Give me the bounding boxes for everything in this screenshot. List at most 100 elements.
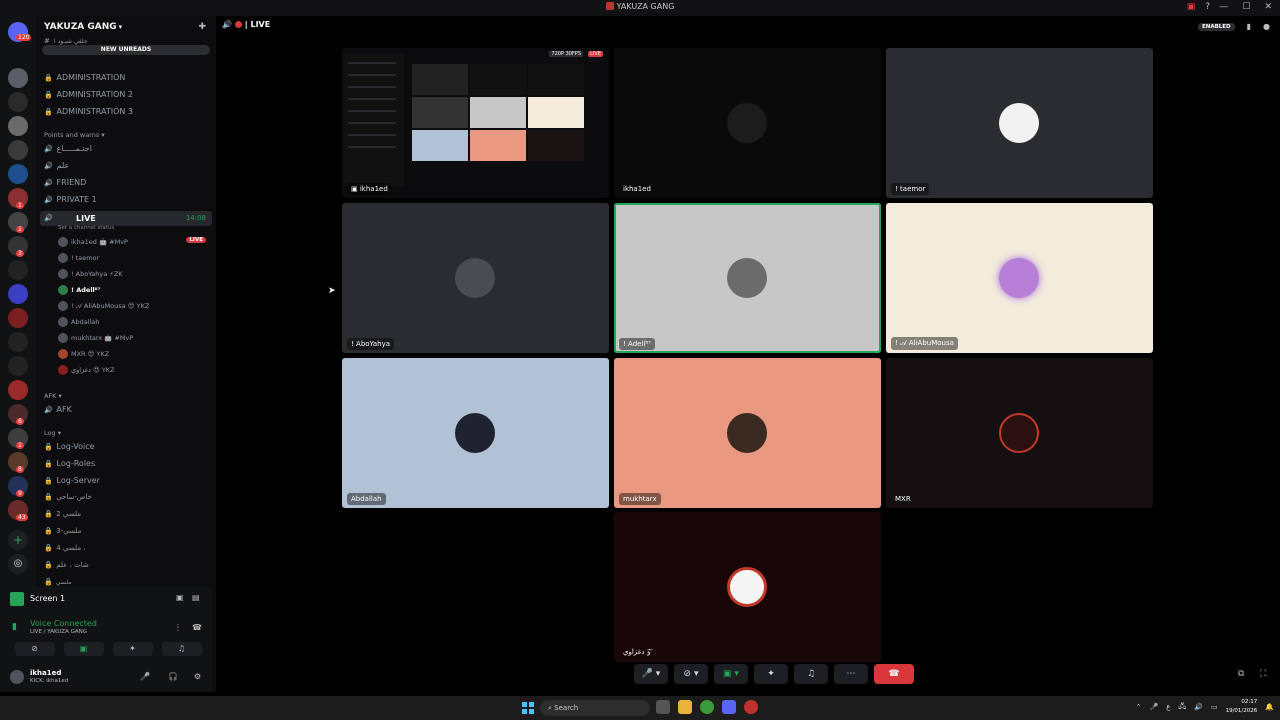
minimize-button[interactable]: — [1219,2,1228,12]
stop-stream-icon[interactable]: ▤ [192,593,200,602]
voice-user[interactable]: MXR 😍 YKZ [58,347,109,361]
voice-user[interactable]: mukhtarx 🤖 #MvP [58,331,133,345]
start-button[interactable] [522,702,534,714]
soundboard-icon[interactable]: ♫ [161,642,202,656]
current-user[interactable]: ikha1ed KICK: ikha1ed 🎤 🎧 ⚙ [10,666,206,688]
server-icon[interactable] [8,92,28,112]
server-icon[interactable] [8,308,28,328]
server-icon[interactable] [8,164,28,184]
server-icon[interactable] [8,380,28,400]
stream-tile[interactable]: 720P 30FPS LIVE ▣ ikha1ed [342,48,609,198]
voice-user[interactable]: Abdallah [58,315,99,329]
voice-channel[interactable]: 🔊 اجتـمـــــاع [44,144,92,153]
task-view-icon[interactable] [656,700,670,714]
voice-user[interactable]: ! 𝒜 AliAbuMousa 😍 YKZ [58,299,149,313]
server-icon[interactable] [8,332,28,352]
invite-icon[interactable]: ✚ [198,22,206,32]
close-button[interactable]: ✕ [1264,2,1272,12]
participant-tile[interactable]: ikha1ed [614,48,881,198]
voice-channel-live[interactable]: 🔊 LIVE 14:08 [40,211,212,226]
participant-tile-speaking[interactable]: ! Adell⁸⁷ [614,203,881,353]
activities-icon[interactable]: ✦ [112,642,153,656]
channel-item[interactable]: 🔒 ملسي 4 ، [44,544,86,552]
disconnect-icon[interactable]: ☎ [192,623,202,632]
soundboard-button[interactable]: ♫ [794,664,828,684]
channel-log-roles[interactable]: 🔒 Log-Roles [44,459,95,468]
network-icon[interactable]: 🖧 [1178,702,1186,713]
mic-tray-icon[interactable]: 🎤 [1150,703,1159,711]
channel-item[interactable]: 🔒 خاص-ساحي [44,493,92,501]
chrome-icon[interactable] [700,700,714,714]
participant-tile[interactable]: ! taemor [886,48,1153,198]
video-off-icon[interactable]: ⊘ [14,642,55,656]
participant-tile[interactable]: ! AboYahya [342,203,609,353]
battery-icon[interactable]: ▭ [1211,703,1218,711]
server-icon[interactable] [8,68,28,88]
settings-gear-icon[interactable]: ⚙ [194,672,201,681]
microphone-icon[interactable]: 🎤 [140,672,150,681]
participant-tile[interactable]: mukhtarx [614,358,881,508]
channel-item[interactable]: # حلقي شيـود ا [44,37,88,45]
voice-user[interactable]: ikha1ed 🤖 #MvP [58,235,128,249]
channel-log-server[interactable]: 🔒 Log-Server [44,476,100,485]
bookmark-icon[interactable]: ▮ [1247,22,1251,31]
channel-item[interactable]: 🔒 شات ، علم [44,561,89,569]
clock[interactable]: 02:17 19/01/2026 [1226,698,1258,716]
discord-icon[interactable] [722,700,736,714]
channel-item[interactable]: 🔒 ملسي-3 [44,527,81,535]
file-explorer-icon[interactable] [678,700,692,714]
voice-channel-path[interactable]: LIVE / YAKUZA GANG [30,629,87,635]
server-icon[interactable] [8,140,28,160]
headphones-icon[interactable]: 🎧 [168,672,178,681]
screen-share-toggle[interactable]: ▣ ▾ [714,664,748,684]
inbox-icon[interactable]: ▣ [1187,2,1196,12]
voice-channel-afk[interactable]: 🔊 AFK [44,405,72,414]
app-icon[interactable] [744,700,758,714]
participant-tile[interactable]: دغزاوي 𝒵 [614,512,881,662]
channel-administration-2[interactable]: 🔒 ADMINISTRATION 2 [44,90,133,99]
channel-administration[interactable]: 🔒 ADMINISTRATION [44,73,125,82]
fullscreen-icon[interactable]: ⛶ [1260,669,1266,679]
category-log[interactable]: Log ▾ [44,429,61,437]
channel-administration-3[interactable]: 🔒 ADMINISTRATION 3 [44,107,133,116]
enabled-badge[interactable]: ENABLED [1197,22,1235,31]
voice-user[interactable]: ! Adell⁸⁷ [58,283,100,297]
server-icon[interactable] [8,260,28,280]
voice-user[interactable]: دغزاوي 😍 YKZ [58,363,115,377]
voice-channel-private-1[interactable]: 🔊 PRIVATE 1 [44,195,97,204]
participant-tile[interactable]: Abdallah [342,358,609,508]
server-icon[interactable] [8,284,28,304]
share-screen-icon[interactable]: ▣ [63,642,104,656]
more-button[interactable]: ⋯ [834,664,868,684]
voice-user[interactable]: ! taemor [58,251,99,265]
participant-tile[interactable]: ! 𝒜 AliAbuMousa [886,203,1153,353]
channel-item[interactable]: 🔒 ملسي [44,578,71,586]
participant-tile[interactable]: MXR [886,358,1153,508]
microphone-toggle[interactable]: 🎤 ▾ [634,664,668,684]
notifications-icon[interactable]: 🔔 [1265,703,1274,711]
activities-button[interactable]: ✦ [754,664,788,684]
voice-channel[interactable]: 🔊 علم [44,161,69,170]
popout-icon[interactable]: ⧉ [1238,669,1244,679]
channel-status[interactable]: Set a channel status [58,225,114,231]
guild-header[interactable]: YAKUZA GANG ▾ [44,22,122,32]
add-server-icon[interactable]: + [8,530,28,550]
noise-suppression-icon[interactable]: ⋮ [174,623,182,632]
channel-item[interactable]: 🔒 ملسي 2 [44,510,81,518]
chevron-up-icon[interactable]: ⌃ [1136,703,1142,711]
server-icon[interactable] [8,116,28,136]
discover-icon[interactable]: ◎ [8,554,28,574]
category-afk[interactable]: AFK ▾ [44,392,62,400]
taskbar-search[interactable]: ⌕ Search [540,700,650,716]
disconnect-button[interactable]: ☎ [874,664,914,684]
new-unreads-banner[interactable]: NEW UNREADS [42,45,210,55]
channel-log-voice[interactable]: 🔒 Log-Voice [44,442,95,451]
chat-bubble-icon[interactable]: ● [1263,22,1270,31]
voice-channel-friend[interactable]: 🔊 FRIEND [44,178,86,187]
server-icon[interactable] [8,356,28,376]
screen-settings-icon[interactable]: ▣ [176,593,184,602]
maximize-button[interactable]: ☐ [1242,2,1250,12]
language-indicator[interactable]: ع [1166,703,1170,711]
help-icon[interactable]: ? [1205,2,1210,12]
voice-user[interactable]: ! AboYahya ⚡ZK [58,267,123,281]
